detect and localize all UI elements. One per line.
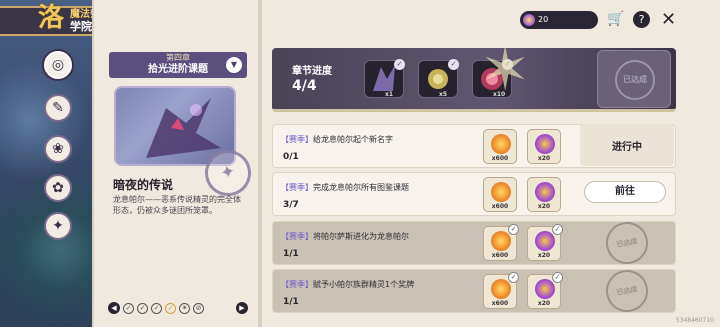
character-name: 暗夜的传说	[113, 178, 174, 192]
orb-icon	[535, 134, 555, 154]
task-name: 完成龙息帕尔所有图鉴课题	[313, 183, 409, 192]
nav-item-compass[interactable]: ◎	[44, 51, 72, 79]
close-icon[interactable]: ✕	[660, 11, 677, 29]
pager-dot[interactable]: ✓	[151, 302, 162, 314]
reward-amount: x600	[491, 155, 509, 162]
task-progress: 0/1	[283, 152, 299, 162]
reward-orb[interactable]: x20	[527, 129, 561, 164]
orb-icon	[535, 182, 555, 202]
task-name: 赋予小帕尔族群精灵1个奖牌	[313, 280, 415, 289]
next-arrow-icon[interactable]: ▶	[236, 302, 248, 314]
reward-amount: x20	[537, 252, 551, 259]
panel-divider	[258, 0, 262, 327]
progress-label: 章节进度	[292, 66, 332, 77]
logo-icon: 洛	[38, 3, 65, 33]
reward-amount: x20	[537, 203, 551, 210]
reward-orb: ✓ x20	[527, 224, 563, 261]
reward-amount: x600	[491, 203, 509, 210]
reward-orb[interactable]: x20	[527, 177, 561, 212]
pager-dot-locked[interactable]: ⊘	[193, 302, 204, 314]
task-season-tag: 【赛季】	[281, 280, 313, 289]
reward-fire[interactable]: x600	[483, 129, 517, 164]
cart-icon[interactable]: 🛒	[607, 11, 624, 28]
task-progress: 1/1	[283, 249, 299, 259]
task-season-tag: 【赛季】	[281, 135, 313, 144]
flame-icon	[491, 231, 511, 251]
check-icon: ✓	[552, 272, 563, 283]
orb-icon	[535, 279, 555, 299]
chapter-selector[interactable]: 第四章 拾光进阶课题 ▼	[109, 52, 247, 78]
currency-amount: 20	[538, 15, 549, 24]
paw-icon: ❀	[52, 141, 64, 157]
watermark-text: 5348460710	[675, 317, 714, 324]
task-name: 给龙息帕尔起个新名字	[313, 135, 393, 144]
prev-arrow-icon[interactable]: ◀	[108, 302, 120, 314]
pager-dot-current[interactable]: ✓	[165, 302, 176, 314]
pager-dot[interactable]: ✓	[123, 302, 134, 314]
gem-icon	[523, 14, 535, 26]
character-description: 龙息帕尔——恶系传说精灵的完全体形态，仍被众多谜团所笼罩。	[113, 195, 241, 215]
progress-reward-tile[interactable]: ✓ x5	[418, 59, 459, 98]
reward-amount: x5	[439, 91, 448, 98]
task-progress: 1/1	[283, 297, 299, 307]
flame-icon	[491, 279, 511, 299]
book-icon: ✎	[52, 100, 64, 116]
chapter-pager: ◀ ✓ ✓ ✓ ✓ ✶ ⊘ ▶	[108, 300, 248, 316]
nav-item-chick[interactable]: ✿	[44, 174, 72, 202]
reward-amount: x1	[385, 91, 394, 98]
reward-amount: x600	[491, 252, 509, 259]
pager-dot[interactable]: ✶	[179, 302, 190, 314]
check-icon: ✓	[552, 224, 563, 235]
task-progress: 3/7	[283, 200, 299, 210]
reward-fire: ✓ x600	[483, 272, 519, 309]
check-icon: ✓	[448, 59, 459, 70]
reward-fire: ✓ x600	[483, 224, 519, 261]
task-season-tag: 【赛季】	[281, 232, 313, 241]
check-icon: ✓	[394, 59, 405, 70]
flame-icon	[491, 134, 511, 154]
check-icon: ✓	[508, 224, 519, 235]
currency-display[interactable]: 20	[520, 11, 598, 29]
nav-item-paw[interactable]: ❀	[44, 135, 72, 163]
task-name: 将帕尔萨斯进化为龙息帕尔	[313, 232, 409, 241]
reward-amount: x600	[491, 300, 509, 307]
reward-orb: ✓ x20	[527, 272, 563, 309]
star-decoration-icon: ✶	[480, 35, 531, 105]
nav-item-badge[interactable]: ✦	[44, 212, 72, 240]
chapter-complete-seal: 已达成	[597, 50, 671, 108]
progress-reward-tile[interactable]: ✓ x1	[364, 59, 405, 98]
help-icon[interactable]: ?	[633, 11, 650, 28]
reward-fire[interactable]: x600	[483, 177, 517, 212]
badge-icon: ✦	[52, 218, 64, 234]
compass-icon: ◎	[51, 57, 65, 73]
chick-icon: ✿	[52, 180, 64, 196]
task-status-in-progress: 进行中	[580, 124, 674, 166]
reward-amount: x20	[537, 300, 551, 307]
task-season-tag: 【赛季】	[281, 183, 313, 192]
reward-amount: x20	[537, 155, 551, 162]
pager-dot[interactable]: ✓	[137, 302, 148, 314]
nav-item-book[interactable]: ✎	[44, 94, 72, 122]
chevron-down-icon[interactable]: ▼	[226, 57, 242, 73]
check-icon: ✓	[508, 272, 519, 283]
go-button[interactable]: 前往	[584, 181, 666, 203]
complete-stamp: 已达成	[615, 60, 655, 100]
orb-icon	[535, 231, 555, 251]
progress-count: 4/4	[292, 78, 317, 94]
flame-icon	[491, 182, 511, 202]
